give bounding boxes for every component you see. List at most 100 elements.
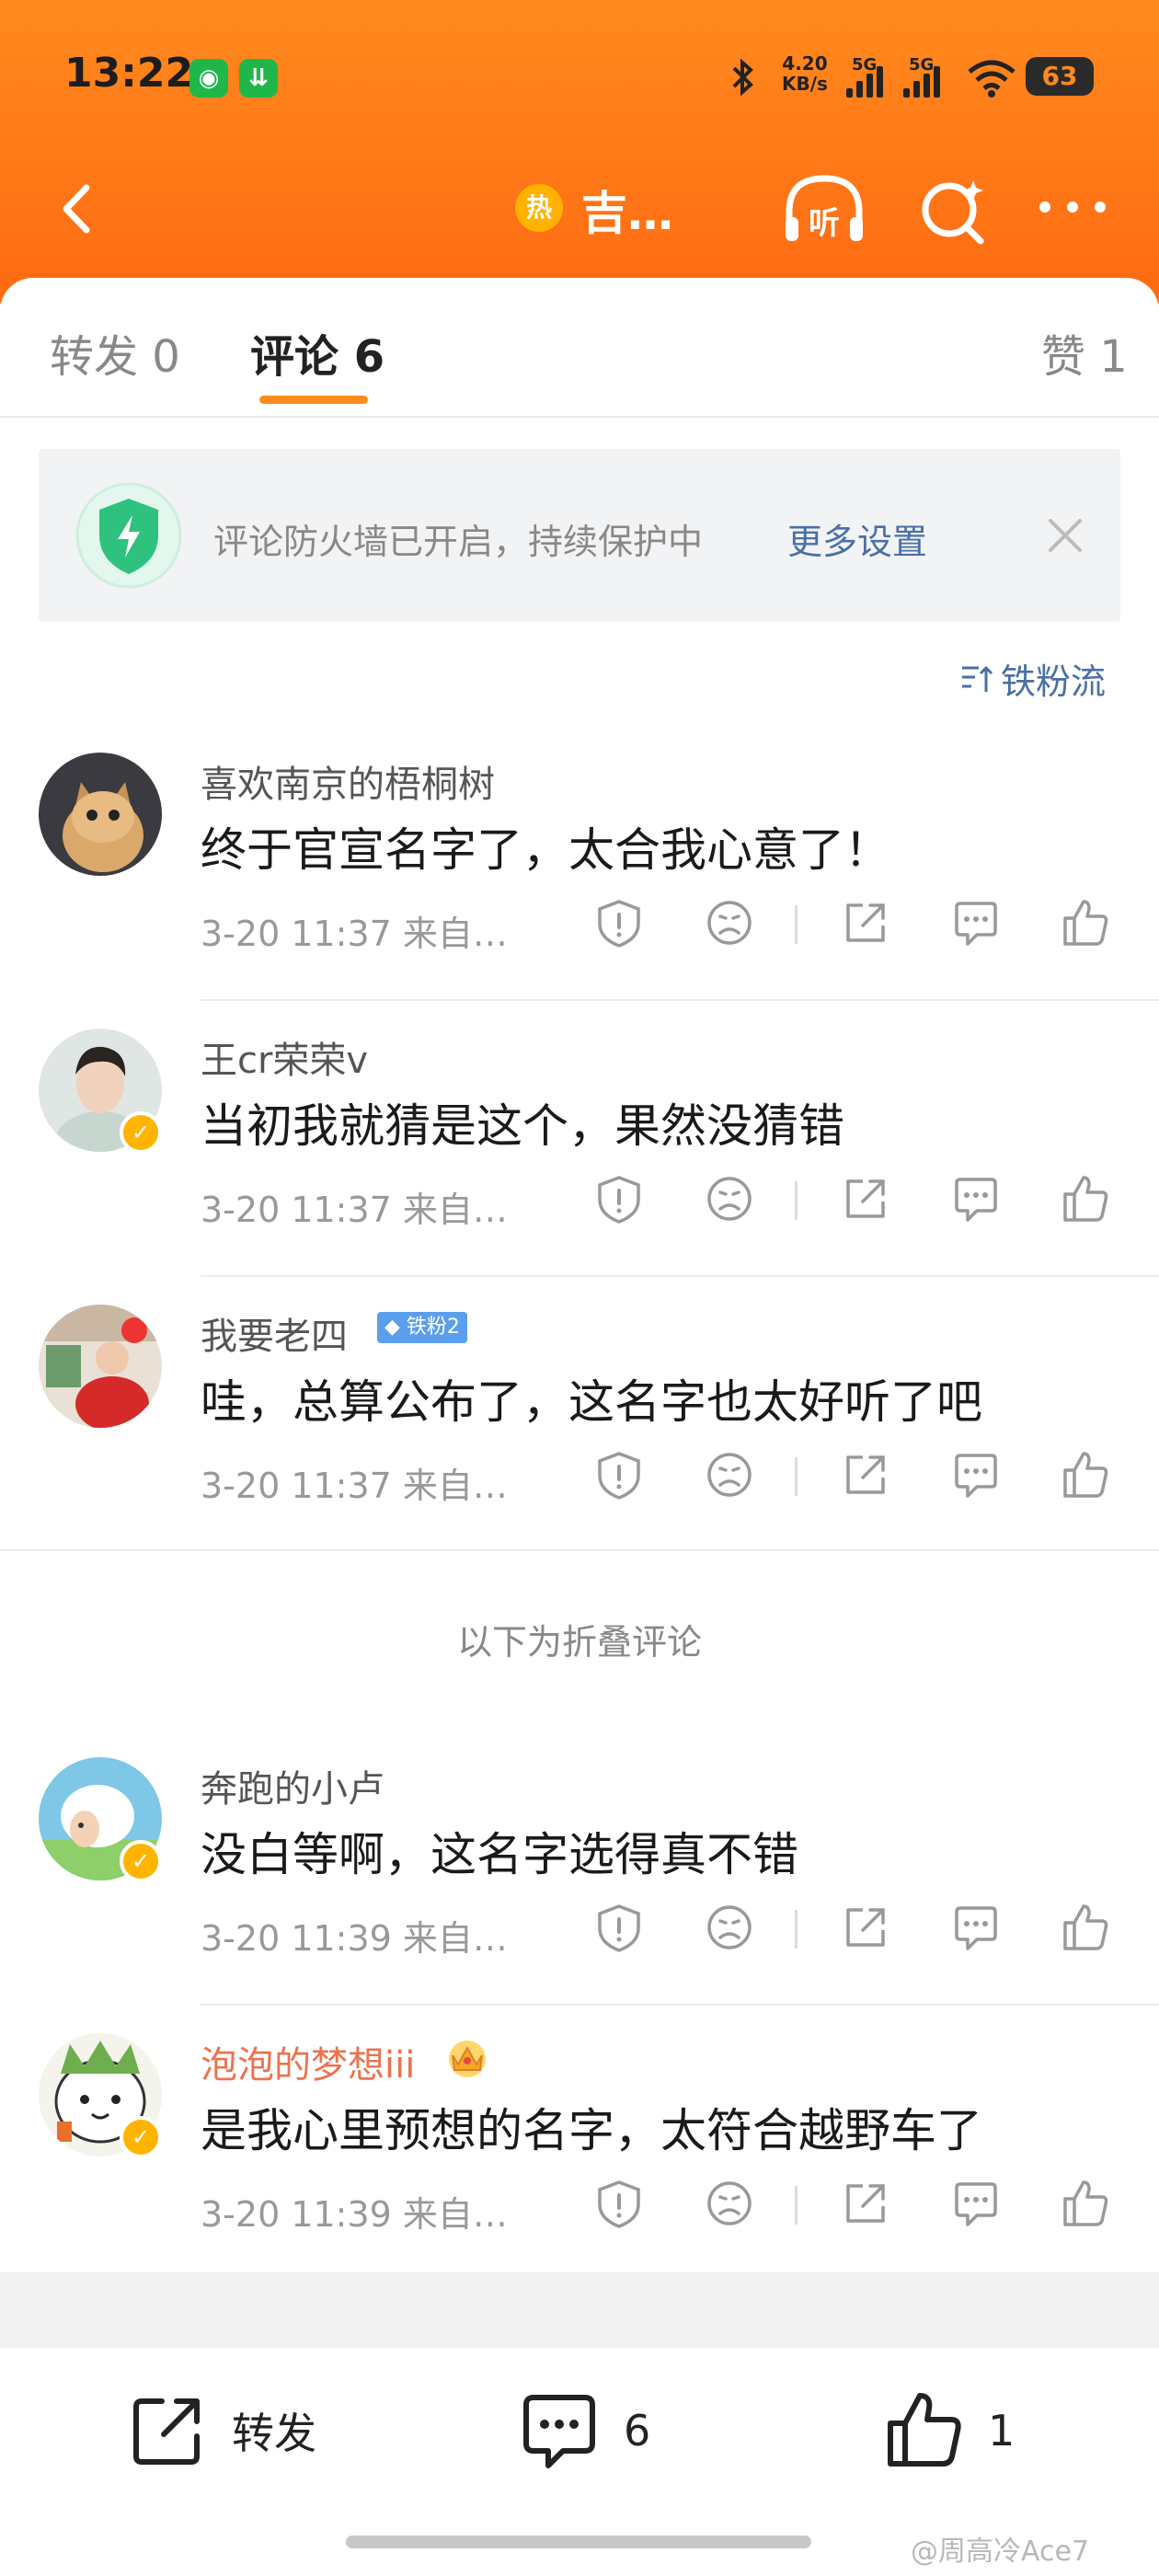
like-icon[interactable] xyxy=(1058,1172,1111,1225)
action-divider xyxy=(795,1181,798,1220)
comment-item: ✓ 泡泡的梦想iii 是我心里预想的名字，太符合越野车了 3-20 11:39 … xyxy=(0,2006,1159,2282)
like-button[interactable]: 1 xyxy=(881,2385,1015,2477)
share-icon[interactable] xyxy=(839,1172,892,1225)
tab-comments[interactable]: 评论 6 xyxy=(250,320,384,385)
fan-badge: ◆ 铁粉2 xyxy=(377,1312,467,1343)
nav-bar: 热 吉… 听 xyxy=(0,156,1159,258)
nav-title[interactable]: 吉… xyxy=(581,177,673,243)
report-icon[interactable] xyxy=(592,1448,646,1501)
like-icon[interactable] xyxy=(1058,1901,1111,1954)
comments-sheet: 转发 0 评论 6 赞 1 评论防火墙已开启，持续保护中 更多设置 铁粉流 喜欢… xyxy=(0,278,1159,2348)
back-icon[interactable] xyxy=(46,177,110,241)
header: 13:22 ◉ ⇊ 4.20 KB/s 5G 5G 63 热 吉… 听 xyxy=(0,0,1159,304)
avatar[interactable] xyxy=(39,1305,162,1428)
share-icon[interactable] xyxy=(839,896,892,949)
comment-meta: 3-20 11:37 来自… xyxy=(201,914,508,954)
close-icon[interactable] xyxy=(1043,513,1087,558)
like-icon[interactable] xyxy=(1058,1448,1111,1501)
comment-count: 6 xyxy=(624,2406,651,2455)
action-divider xyxy=(795,2186,798,2225)
verified-badge-icon: ✓ xyxy=(120,2116,162,2158)
report-icon[interactable] xyxy=(592,896,646,949)
comment-username[interactable]: 奔跑的小卢 xyxy=(201,1759,384,1812)
repost-button[interactable]: 转发 xyxy=(125,2385,316,2477)
comment-text: 终于官宣名字了，太合我心意了！ xyxy=(201,823,890,877)
dislike-icon[interactable] xyxy=(703,1901,756,1954)
dislike-icon[interactable] xyxy=(703,2177,756,2230)
dislike-icon[interactable] xyxy=(703,1172,756,1225)
firewall-text: 评论防火墙已开启，持续保护中 xyxy=(213,522,704,562)
reply-icon[interactable] xyxy=(949,1901,1003,1954)
watermark: @周高冷Ace7 xyxy=(911,2536,1090,2568)
report-icon[interactable] xyxy=(592,1172,646,1225)
dislike-icon[interactable] xyxy=(703,896,756,949)
comment-meta: 3-20 11:39 来自… xyxy=(201,1918,508,1959)
comment-item: 我要老四 ◆ 铁粉2 哇，总算公布了，这名字也太好听了吧 3-20 11:37 … xyxy=(0,1277,1159,1553)
signal-1-icon xyxy=(846,66,883,98)
reply-icon[interactable] xyxy=(949,896,1003,949)
bluetooth-icon xyxy=(732,58,753,97)
share-icon[interactable] xyxy=(839,1901,892,1954)
crown-icon xyxy=(449,2041,486,2077)
comment-text: 哇，总算公布了，这名字也太好听了吧 xyxy=(201,1375,982,1429)
reply-icon[interactable] xyxy=(949,2177,1003,2230)
repost-label: 转发 xyxy=(232,2409,316,2458)
comment-item: 喜欢南京的梧桐树 终于官宣名字了，太合我心意了！ 3-20 11:37 来自… xyxy=(0,725,1159,1001)
report-icon[interactable] xyxy=(592,1901,646,1954)
comment-username[interactable]: 泡泡的梦想iii xyxy=(201,2035,415,2088)
firewall-banner: 评论防火墙已开启，持续保护中 更多设置 xyxy=(39,449,1120,622)
sort-toggle[interactable]: 铁粉流 xyxy=(958,653,1106,704)
comment-text: 没白等啊，这名字选得真不错 xyxy=(201,1828,798,1881)
like-count: 1 xyxy=(988,2406,1016,2455)
fold-divider xyxy=(0,1549,1159,1551)
bottom-spacer xyxy=(0,2272,1159,2348)
like-icon[interactable] xyxy=(1058,896,1111,949)
comment-username[interactable]: 喜欢南京的梧桐树 xyxy=(201,754,495,808)
svg-text:听: 听 xyxy=(809,205,840,242)
share-icon[interactable] xyxy=(839,2177,892,2230)
folded-comments-label: 以下为折叠评论 xyxy=(456,1622,702,1662)
comment-username[interactable]: 王cr荣荣v xyxy=(201,1030,368,1084)
wifi-icon xyxy=(968,60,1016,98)
tab-bar: 转发 0 评论 6 赞 1 xyxy=(0,278,1159,418)
avatar[interactable] xyxy=(39,753,162,876)
repost-icon xyxy=(133,2398,200,2465)
app-notification-icon: ⇊ xyxy=(239,59,278,98)
comment-meta: 3-20 11:39 来自… xyxy=(201,2194,508,2235)
action-divider xyxy=(795,1457,798,1496)
status-time: 13:22 xyxy=(64,50,194,97)
search-icon[interactable] xyxy=(916,169,990,248)
tab-active-indicator xyxy=(259,396,368,404)
comment-text: 当初我就猜是这个，果然没猜错 xyxy=(201,1099,844,1153)
report-icon[interactable] xyxy=(592,2177,646,2230)
more-icon[interactable] xyxy=(1036,193,1109,221)
verified-badge-icon: ✓ xyxy=(120,1840,162,1882)
sort-label: 铁粉流 xyxy=(1001,661,1107,702)
hot-icon: 热 xyxy=(515,184,563,232)
bottom-action-bar: 转发 6 1 @周高冷Ace7 xyxy=(0,2348,1159,2576)
wechat-icon: ◉ xyxy=(189,59,228,98)
tab-likes[interactable]: 赞 1 xyxy=(1041,320,1128,385)
reply-icon[interactable] xyxy=(949,1448,1003,1501)
verified-badge-icon: ✓ xyxy=(120,1111,162,1154)
comment-button[interactable]: 6 xyxy=(517,2385,650,2477)
comment-username[interactable]: 我要老四 xyxy=(201,1306,348,1360)
comment-text: 是我心里预想的名字，太符合越野车了 xyxy=(201,2104,982,2157)
tab-reposts[interactable]: 转发 0 xyxy=(50,320,180,385)
action-divider xyxy=(795,905,798,944)
headphones-icon[interactable]: 听 xyxy=(780,169,868,248)
share-icon[interactable] xyxy=(839,1448,892,1501)
dislike-icon[interactable] xyxy=(703,1448,756,1501)
sort-icon xyxy=(962,665,993,692)
more-settings-link[interactable]: 更多设置 xyxy=(787,513,927,564)
like-icon[interactable] xyxy=(1058,2177,1111,2230)
reply-icon[interactable] xyxy=(949,1172,1003,1225)
comment-icon xyxy=(523,2395,595,2468)
action-divider xyxy=(795,1910,798,1949)
comment-meta: 3-20 11:37 来自… xyxy=(201,1190,508,1230)
battery-indicator: 63 xyxy=(1026,57,1094,96)
home-indicator[interactable] xyxy=(346,2536,811,2548)
status-bar: 13:22 ◉ ⇊ 4.20 KB/s 5G 5G 63 xyxy=(0,0,1159,147)
comment-item: ✓ 王cr荣荣v 当初我就猜是这个，果然没猜错 3-20 11:37 来自… xyxy=(0,1001,1159,1277)
shield-icon xyxy=(75,482,182,589)
